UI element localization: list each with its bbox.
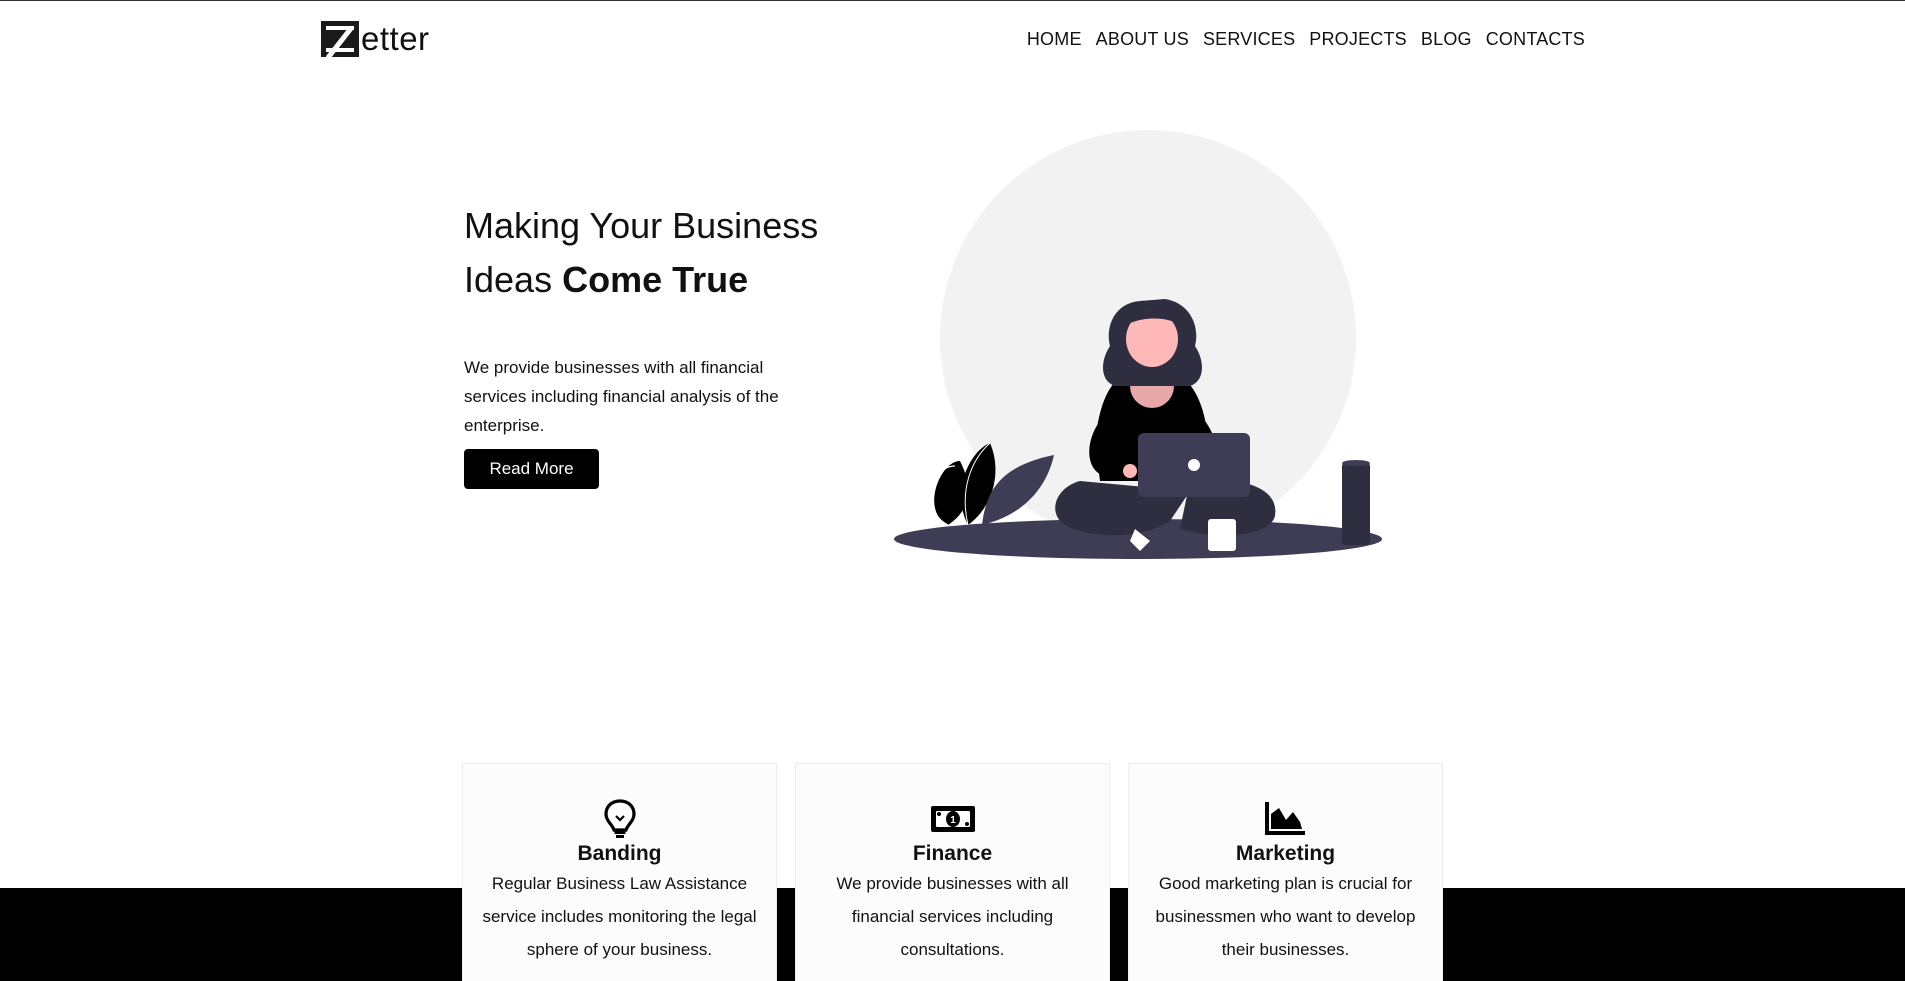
- service-title: Marketing: [1235, 842, 1336, 865]
- nav-blog[interactable]: BLOG: [1414, 29, 1479, 50]
- lightbulb-icon: [603, 799, 636, 838]
- nav-home[interactable]: HOME: [1020, 29, 1089, 50]
- logo-z-mark: [321, 21, 359, 57]
- nav-about-us[interactable]: ABOUT US: [1089, 29, 1196, 50]
- nav-services[interactable]: SERVICES: [1196, 29, 1302, 50]
- hero-title: Making Your Business Ideas Come True: [464, 199, 884, 307]
- area-chart-icon: [1264, 802, 1305, 835]
- service-card-finance[interactable]: 1 Finance We provide businesses with all…: [795, 763, 1110, 981]
- service-title: Banding: [577, 842, 662, 865]
- money-bill-icon: 1: [930, 806, 975, 832]
- nav-projects[interactable]: PROJECTS: [1302, 29, 1414, 50]
- site-logo[interactable]: etter: [321, 21, 430, 57]
- service-title: Finance: [912, 842, 993, 865]
- service-card-marketing[interactable]: Marketing Good marketing plan is crucial…: [1128, 763, 1443, 981]
- svg-text:1: 1: [950, 815, 956, 826]
- hero-title-bold: Come True: [562, 259, 749, 300]
- service-description: We provide businesses with all financial…: [836, 874, 1069, 959]
- nav-contacts[interactable]: CONTACTS: [1479, 29, 1585, 50]
- page: etter HOME ABOUT US SERVICES PROJECTS BL…: [0, 0, 1905, 981]
- main-nav: HOME ABOUT US SERVICES PROJECTS BLOG CON…: [1020, 29, 1585, 50]
- service-card-banding[interactable]: Banding Regular Business Law Assistance …: [462, 763, 777, 981]
- service-description: Good marketing plan is crucial for busin…: [1155, 874, 1416, 959]
- service-description: Regular Business Law Assistance service …: [482, 874, 757, 959]
- woman-with-laptop-illustration: [894, 130, 1382, 559]
- hero-description: We provide businesses with all financial…: [464, 358, 779, 435]
- logo-text: etter: [361, 20, 430, 57]
- read-more-button[interactable]: Read More: [464, 449, 599, 489]
